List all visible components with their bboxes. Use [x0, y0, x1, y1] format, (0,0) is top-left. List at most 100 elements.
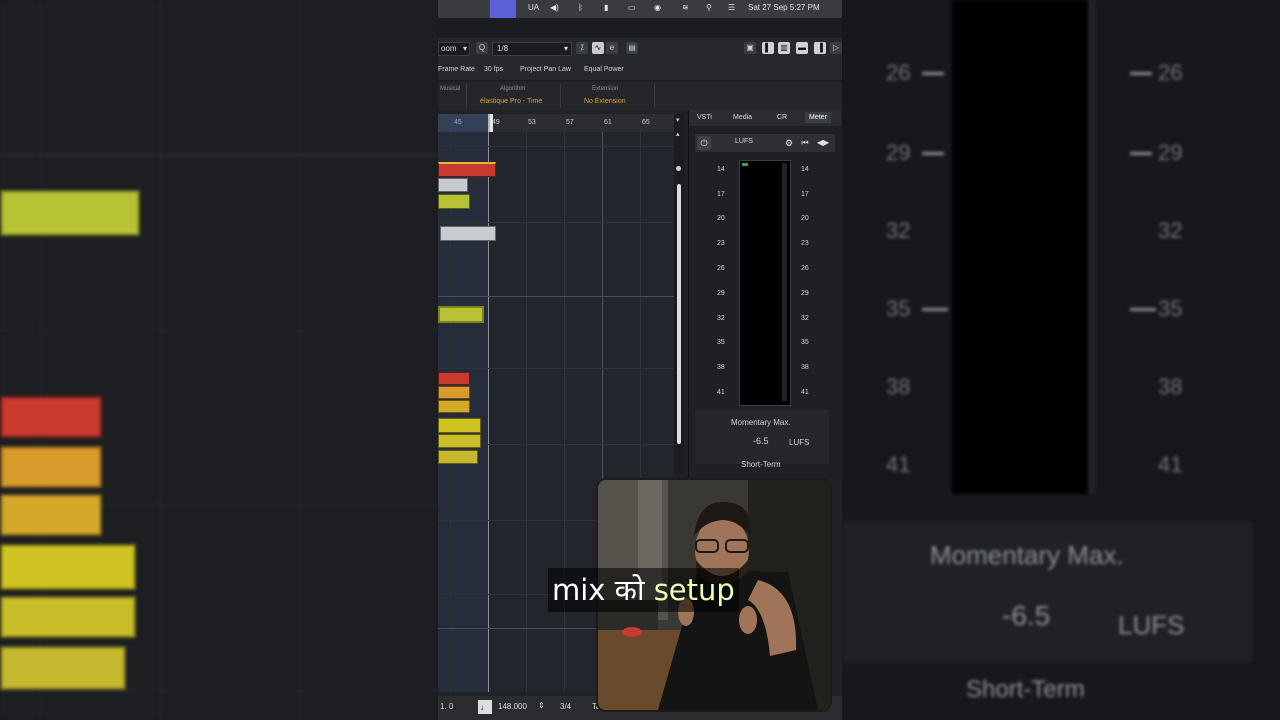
quantize-icon[interactable]: Q	[476, 42, 488, 54]
grid-icon[interactable]: ▤	[626, 42, 638, 54]
right-zone-icon[interactable]: ▐	[814, 42, 826, 54]
ruler-bar-49: 49	[492, 119, 500, 126]
scale-left-23: 23	[717, 240, 725, 247]
frame-rate-label: Frame Rate	[438, 66, 475, 73]
clock[interactable]: Sat 27 Sep 5:27 PM	[748, 3, 820, 12]
ruler-bar-65: 65	[642, 119, 650, 126]
scale-right-29: 29	[801, 290, 809, 297]
input-language[interactable]: UA	[528, 3, 539, 12]
tempo-value[interactable]: 148.000	[498, 702, 527, 711]
timeline-ruler[interactable]: 45 49 53 57 61 65	[438, 114, 674, 132]
info-line: Musical Algorithm élastique Pro - Time E…	[438, 82, 842, 110]
daw-window: UA ◀) ᛒ ▮ ▭ ◉ ≋ ⚲ ☰ Sat 27 Sep 5:27 PM o…	[438, 0, 842, 720]
quantize-select[interactable]: 1/8 ▾	[492, 42, 572, 56]
background-right-blur: 26 29 32 35 38 41 26 29 32 35 38 41 Mome…	[842, 0, 1280, 720]
audio-clip[interactable]	[438, 418, 481, 433]
meter-header: ⏻ LUFS ⚙ ⏮ ◀▶	[695, 134, 835, 152]
project-toolbar: oom ▾ Q 1/8 ▾ ⁒ ∿ e ▤ ▣ ▌ ▥ ▬ ▐ ▷	[438, 38, 842, 60]
extension-value[interactable]: No Extension	[584, 98, 626, 105]
meter-peak-indicator	[742, 163, 748, 166]
reset-icon[interactable]: ⏮	[799, 136, 811, 150]
system-menubar: UA ◀) ᛒ ▮ ▭ ◉ ≋ ⚲ ☰ Sat 27 Sep 5:27 PM	[438, 0, 842, 18]
display-icon[interactable]: ▭	[628, 3, 636, 12]
more-icon[interactable]: ▷	[830, 42, 842, 54]
bg-scale-35: 35	[886, 296, 911, 321]
tab-cr[interactable]: CR	[777, 114, 787, 121]
scale-right-32: 32	[801, 315, 809, 322]
vertical-scrollbar[interactable]: ▾ ▴	[674, 114, 684, 474]
expand-icon[interactable]: ◀▶	[815, 136, 831, 150]
scale-right-38: 38	[801, 364, 809, 371]
ruler-bar-57: 57	[566, 119, 574, 126]
bg-scale-38: 38	[886, 374, 911, 399]
search-icon[interactable]: ⚲	[706, 3, 712, 12]
left-zone-icon[interactable]: ▌	[762, 42, 774, 54]
audio-clip[interactable]	[438, 450, 478, 464]
scale-right-20: 20	[801, 215, 809, 222]
project-settings-line: Frame Rate 30 fps Project Pan Law Equal …	[438, 60, 842, 81]
tempo-track-icon[interactable]: ♩	[478, 700, 492, 714]
iterative-quantize-icon[interactable]: ∿	[592, 42, 604, 54]
caption-highlight-word: setup	[653, 573, 735, 607]
scale-left-32: 32	[717, 315, 725, 322]
bg-short-term-label: Short-Term	[966, 676, 1085, 703]
scale-left-41: 41	[717, 389, 725, 396]
short-term-label: Short-Term	[741, 460, 781, 469]
momentary-max-unit: LUFS	[789, 438, 810, 447]
battery-icon[interactable]: ▮	[604, 3, 608, 12]
volume-icon[interactable]: ◀)	[550, 3, 559, 12]
tab-meter[interactable]: Meter	[805, 112, 831, 123]
tab-media[interactable]: Media	[733, 114, 752, 121]
audio-clip[interactable]	[438, 434, 481, 448]
bg-scale-29: 29	[886, 140, 911, 165]
time-signature[interactable]: 3/4	[560, 702, 571, 711]
control-center-icon[interactable]: ☰	[728, 3, 735, 12]
set-window-layout-icon[interactable]: ▣	[744, 42, 756, 54]
bg-scale-26: 26	[886, 60, 911, 85]
quantize-settings-icon[interactable]: e	[606, 42, 618, 54]
editor-zone-icon[interactable]: ▥	[778, 42, 790, 54]
bluetooth-icon[interactable]: ᛒ	[578, 3, 583, 12]
tempo-stepper-icon[interactable]: ⇕	[538, 701, 545, 710]
algorithm-value[interactable]: élastique Pro - Time	[480, 98, 542, 105]
app-menu-highlight[interactable]	[490, 0, 516, 18]
zoom-select-value: oom	[441, 44, 457, 53]
scale-right-35: 35	[801, 339, 809, 346]
audio-clip[interactable]	[438, 306, 484, 323]
scale-right-23: 23	[801, 240, 809, 247]
audio-clip[interactable]	[438, 386, 470, 399]
momentary-max-box: Momentary Max. -6.5 LUFS	[695, 410, 829, 464]
scrollbar-thumb[interactable]	[677, 184, 681, 444]
pan-law-value[interactable]: Equal Power	[584, 66, 624, 73]
power-icon[interactable]: ⏻	[697, 136, 711, 150]
scroll-up-icon[interactable]: ▾	[676, 117, 682, 124]
zoom-select[interactable]: oom ▾	[438, 42, 470, 56]
right-zone-meter-panel: VSTi Media CR Meter ⏻ LUFS ⚙ ⏮ ◀▶ 14 17 …	[688, 110, 841, 478]
wifi-icon[interactable]: ≋	[682, 3, 689, 12]
algorithm-label: Algorithm	[500, 86, 526, 92]
audio-clip[interactable]	[438, 178, 468, 192]
pan-law-label: Project Pan Law	[520, 66, 571, 73]
zoom-icon[interactable]: ▴	[676, 131, 682, 138]
background-left-blur	[0, 0, 438, 720]
audio-clip[interactable]	[440, 226, 496, 241]
tab-vsti[interactable]: VSTi	[697, 114, 712, 121]
fps-value[interactable]: 30 fps	[484, 66, 503, 73]
audio-clip[interactable]	[438, 194, 470, 209]
bg-scale-32: 32	[886, 218, 911, 243]
audio-clip[interactable]	[438, 372, 470, 385]
position-display[interactable]: 1. 0	[440, 702, 453, 711]
scale-left-17: 17	[717, 191, 725, 198]
cycle-range[interactable]	[438, 114, 490, 132]
bg-momentary-max-label: Momentary Max.	[930, 540, 1124, 570]
subtitle-caption: mix को setup	[548, 568, 739, 612]
lower-zone-icon[interactable]: ▬	[796, 42, 808, 54]
zoom-handle-icon[interactable]	[676, 166, 681, 171]
audio-clip[interactable]	[438, 400, 470, 413]
scale-right-26: 26	[801, 265, 809, 272]
user-icon[interactable]: ◉	[654, 3, 661, 12]
gear-icon[interactable]: ⚙	[783, 136, 795, 150]
snap-icon[interactable]: ⁒	[576, 42, 588, 54]
audio-clip[interactable]	[438, 162, 496, 177]
scale-right-14: 14	[801, 166, 809, 173]
